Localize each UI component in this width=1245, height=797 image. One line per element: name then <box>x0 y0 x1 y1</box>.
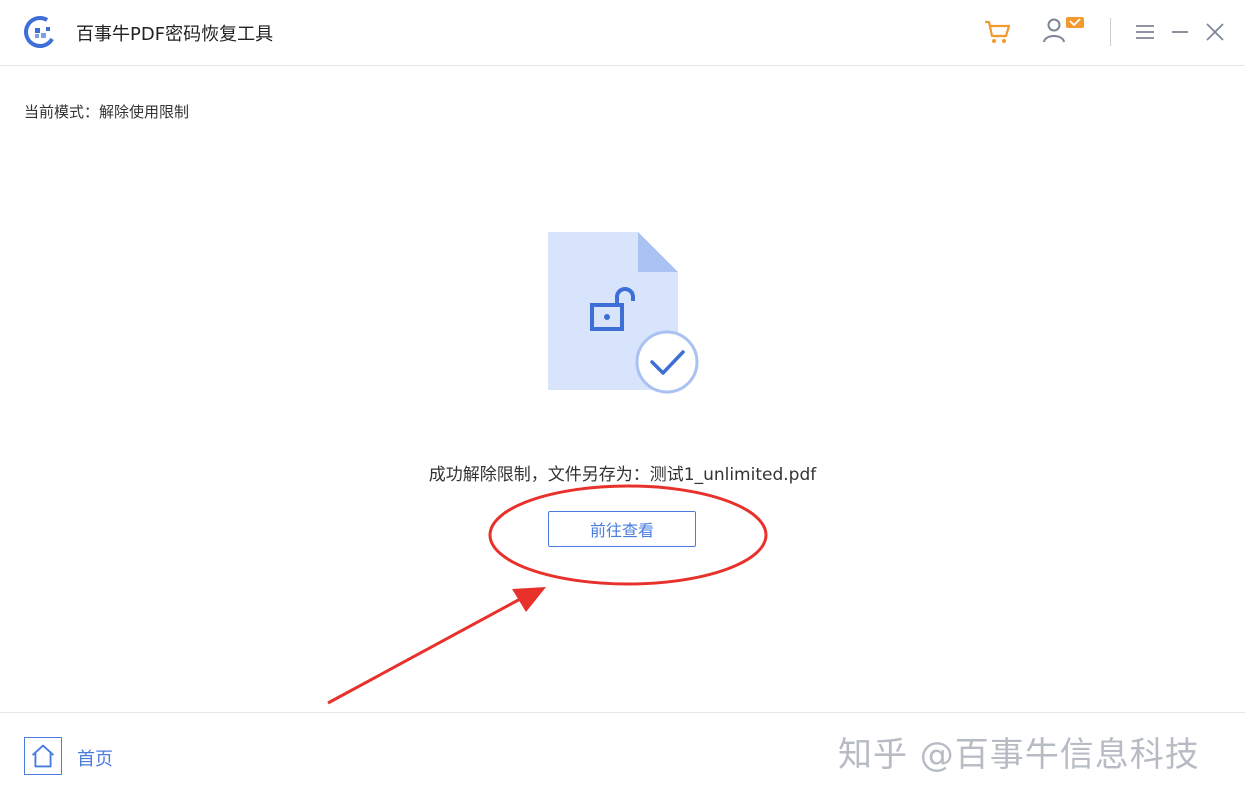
view-file-button[interactable]: 前往查看 <box>548 511 696 547</box>
user-vip-icon[interactable] <box>1040 14 1088 48</box>
document-unlock-icon <box>548 232 699 394</box>
home-icon[interactable] <box>24 737 62 775</box>
minimize-icon[interactable] <box>1168 20 1192 44</box>
app-title: 百事牛PDF密码恢复工具 <box>76 24 274 45</box>
footer-bar: 首页 知乎 @百事牛信息科技 <box>0 712 1245 797</box>
cart-icon[interactable] <box>980 14 1014 48</box>
title-bar: 百事牛PDF密码恢复工具 <box>0 0 1245 66</box>
home-link[interactable]: 首页 <box>77 745 113 771</box>
watermark: 知乎 @百事牛信息科技 <box>838 735 1200 775</box>
menu-icon[interactable] <box>1132 20 1158 44</box>
success-message: 成功解除限制，文件另存为：测试1_unlimited.pdf <box>428 465 817 485</box>
current-mode-label: 当前模式：解除使用限制 <box>24 103 190 121</box>
app-logo-icon <box>24 16 56 48</box>
check-icon <box>635 330 699 394</box>
toolbar-separator <box>1110 18 1111 46</box>
close-icon[interactable] <box>1202 19 1228 45</box>
